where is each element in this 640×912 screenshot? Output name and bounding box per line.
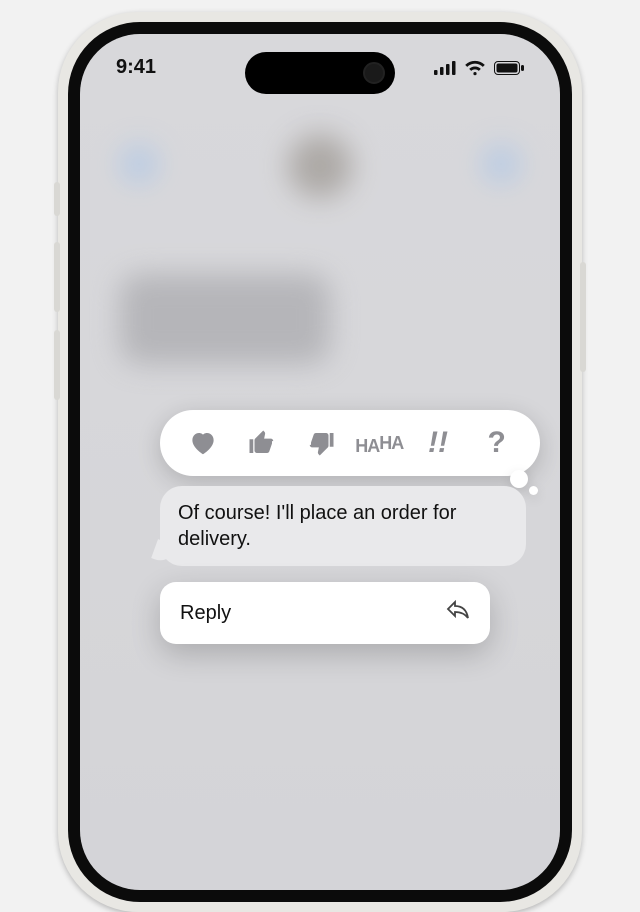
tapback-haha[interactable]: HAHA (359, 423, 399, 463)
volume-up-button (54, 242, 60, 312)
cellular-icon (434, 61, 456, 75)
status-time: 9:41 (116, 56, 156, 79)
status-indicators (434, 60, 524, 76)
phone-frame: 9:41 (58, 12, 582, 912)
message-bubble[interactable]: Of course! I'll place an order for deliv… (160, 486, 526, 566)
tapback-thumbs-down[interactable] (301, 423, 341, 463)
side-button (580, 262, 586, 372)
dynamic-island (245, 52, 395, 94)
menu-item-reply[interactable]: Reply (160, 582, 490, 644)
tapback-exclaim[interactable]: !! (418, 423, 458, 463)
tapback-thumbs-up[interactable] (242, 423, 282, 463)
ring-silent-switch (54, 182, 60, 216)
phone-bezel: 9:41 (68, 22, 572, 902)
message-text: Of course! I'll place an order for deliv… (178, 502, 456, 550)
tapback-tail (529, 486, 538, 495)
reply-icon (446, 598, 470, 628)
tapback-question[interactable]: ? (477, 423, 517, 463)
phone-screen: 9:41 (80, 34, 560, 890)
menu-item-label: Reply (180, 602, 231, 625)
context-menu: Reply (160, 582, 490, 644)
tapback-picker: HAHA !! ? (160, 410, 540, 476)
volume-down-button (54, 330, 60, 400)
tapback-heart[interactable] (183, 423, 223, 463)
battery-icon (494, 61, 524, 75)
tapback-tail (510, 470, 528, 488)
wifi-icon (464, 60, 486, 76)
